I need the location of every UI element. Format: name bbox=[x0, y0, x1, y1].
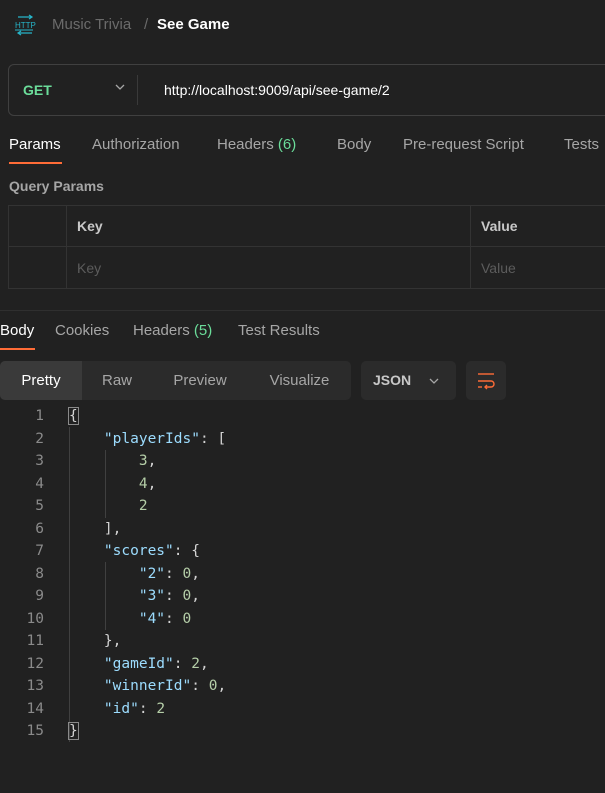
code-line: 13 "winnerId": 0, bbox=[0, 675, 605, 698]
request-title[interactable]: See Game bbox=[157, 16, 230, 33]
code-text: 4, bbox=[138, 475, 157, 492]
tab-response-headers-label: Headers bbox=[133, 322, 190, 339]
line-number: 13 bbox=[26, 678, 44, 694]
column-header-key: Key bbox=[77, 218, 103, 234]
key-input[interactable]: Key bbox=[77, 260, 101, 276]
line-number: 5 bbox=[35, 498, 44, 514]
url-bar: GET bbox=[8, 64, 605, 116]
line-number: 7 bbox=[35, 543, 44, 559]
code-line: 15} bbox=[0, 720, 605, 743]
view-preview-button[interactable]: Preview bbox=[152, 361, 248, 400]
tab-authorization[interactable]: Authorization bbox=[92, 136, 180, 153]
line-number: 8 bbox=[35, 565, 44, 582]
column-header-value: Value bbox=[481, 218, 518, 234]
tab-response-headers[interactable]: Headers (5) bbox=[133, 322, 212, 339]
query-params-table: Key Value Key Value bbox=[8, 205, 605, 289]
response-body-viewer[interactable]: 1{2 "playerIds": [3 3, 4 4, 5 26 ], 7 "scor… bbox=[0, 405, 605, 743]
code-line: 11 }, bbox=[0, 630, 605, 653]
code-text: "id": 2 bbox=[103, 700, 166, 717]
tab-body[interactable]: Body bbox=[337, 136, 371, 153]
code-line: 9 "3": 0, bbox=[0, 585, 605, 608]
code-line: 7 "scores": { bbox=[0, 540, 605, 563]
url-input[interactable] bbox=[164, 82, 604, 98]
code-line: 10 "4": 0 bbox=[0, 608, 605, 631]
line-number: 12 bbox=[26, 655, 44, 672]
headers-count: (6) bbox=[277, 136, 297, 153]
code-text: "2": 0, bbox=[138, 565, 200, 582]
code-line: 6 ], bbox=[0, 518, 605, 541]
tab-pre-request-script[interactable]: Pre-request Script bbox=[403, 136, 524, 153]
code-text: { bbox=[68, 407, 79, 425]
chevron-down-icon[interactable] bbox=[113, 80, 127, 94]
response-headers-count: (5) bbox=[193, 322, 213, 339]
line-number: 15 bbox=[26, 723, 44, 739]
wrap-lines-icon bbox=[478, 373, 495, 390]
chevron-down-icon bbox=[429, 378, 439, 384]
code-line: 2 "playerIds": [ bbox=[0, 428, 605, 451]
method-select[interactable]: GET bbox=[23, 82, 52, 98]
tab-test-results[interactable]: Test Results bbox=[238, 322, 320, 339]
active-tab-indicator bbox=[9, 162, 62, 164]
line-number: 6 bbox=[35, 520, 44, 537]
table-row: Key Value bbox=[9, 248, 605, 289]
breadcrumb-collection[interactable]: Music Trivia bbox=[52, 16, 131, 33]
value-input[interactable]: Value bbox=[481, 260, 516, 276]
pane-divider[interactable] bbox=[0, 310, 605, 311]
table-header-row: Key Value bbox=[9, 206, 605, 247]
wrap-lines-button[interactable] bbox=[466, 361, 506, 400]
code-line: 8 "2": 0, bbox=[0, 563, 605, 586]
code-text: "playerIds": [ bbox=[103, 430, 227, 447]
code-text: 3, bbox=[138, 453, 157, 469]
line-number: 11 bbox=[26, 633, 44, 649]
code-line: 4 4, bbox=[0, 473, 605, 496]
code-line: 12 "gameId": 2, bbox=[0, 653, 605, 676]
code-text: "4": 0 bbox=[138, 610, 192, 627]
line-number: 9 bbox=[35, 588, 44, 604]
code-line: 1{ bbox=[0, 405, 605, 428]
line-number: 1 bbox=[35, 408, 44, 424]
active-tab-indicator bbox=[0, 348, 35, 350]
view-raw-button[interactable]: Raw bbox=[82, 361, 152, 400]
tab-params[interactable]: Params bbox=[9, 136, 61, 153]
code-text: "gameId": 2, bbox=[103, 655, 209, 672]
view-pretty-button[interactable]: Pretty bbox=[0, 361, 82, 400]
tab-cookies[interactable]: Cookies bbox=[55, 322, 109, 339]
tab-headers[interactable]: Headers (6) bbox=[217, 136, 296, 153]
header: HTTP Music Trivia / See Game bbox=[0, 0, 605, 52]
format-label: JSON bbox=[373, 372, 412, 388]
format-select[interactable]: JSON bbox=[361, 361, 456, 400]
breadcrumb-separator: / bbox=[144, 16, 149, 33]
code-text: "3": 0, bbox=[138, 588, 200, 604]
line-number: 4 bbox=[35, 475, 44, 492]
line-number: 3 bbox=[35, 453, 44, 469]
line-number: 14 bbox=[26, 700, 44, 717]
svg-text:HTTP: HTTP bbox=[15, 21, 36, 30]
code-text: "scores": { bbox=[103, 543, 200, 559]
code-text: ], bbox=[69, 520, 122, 537]
request-tabs: Params Authorization Headers (6) Body Pr… bbox=[0, 128, 605, 164]
response-tabs: Body Cookies Headers (5) Test Results bbox=[0, 314, 605, 352]
query-params-title: Query Params bbox=[9, 178, 104, 194]
code-line: 14 "id": 2 bbox=[0, 698, 605, 721]
tab-tests[interactable]: Tests bbox=[564, 136, 599, 153]
view-mode-selector: Pretty Raw Preview Visualize bbox=[0, 361, 351, 400]
code-text: } bbox=[68, 722, 79, 740]
code-line: 3 3, bbox=[0, 450, 605, 473]
code-text: "winnerId": 0, bbox=[103, 678, 227, 694]
code-text: 2 bbox=[138, 498, 148, 514]
http-icon: HTTP bbox=[15, 14, 36, 36]
line-number: 10 bbox=[26, 610, 44, 627]
view-visualize-button[interactable]: Visualize bbox=[248, 361, 351, 400]
code-text: }, bbox=[69, 633, 122, 649]
code-line: 5 2 bbox=[0, 495, 605, 518]
tab-headers-label: Headers bbox=[217, 136, 274, 153]
tab-response-body[interactable]: Body bbox=[0, 322, 34, 339]
line-number: 2 bbox=[35, 430, 44, 447]
divider bbox=[137, 75, 138, 105]
